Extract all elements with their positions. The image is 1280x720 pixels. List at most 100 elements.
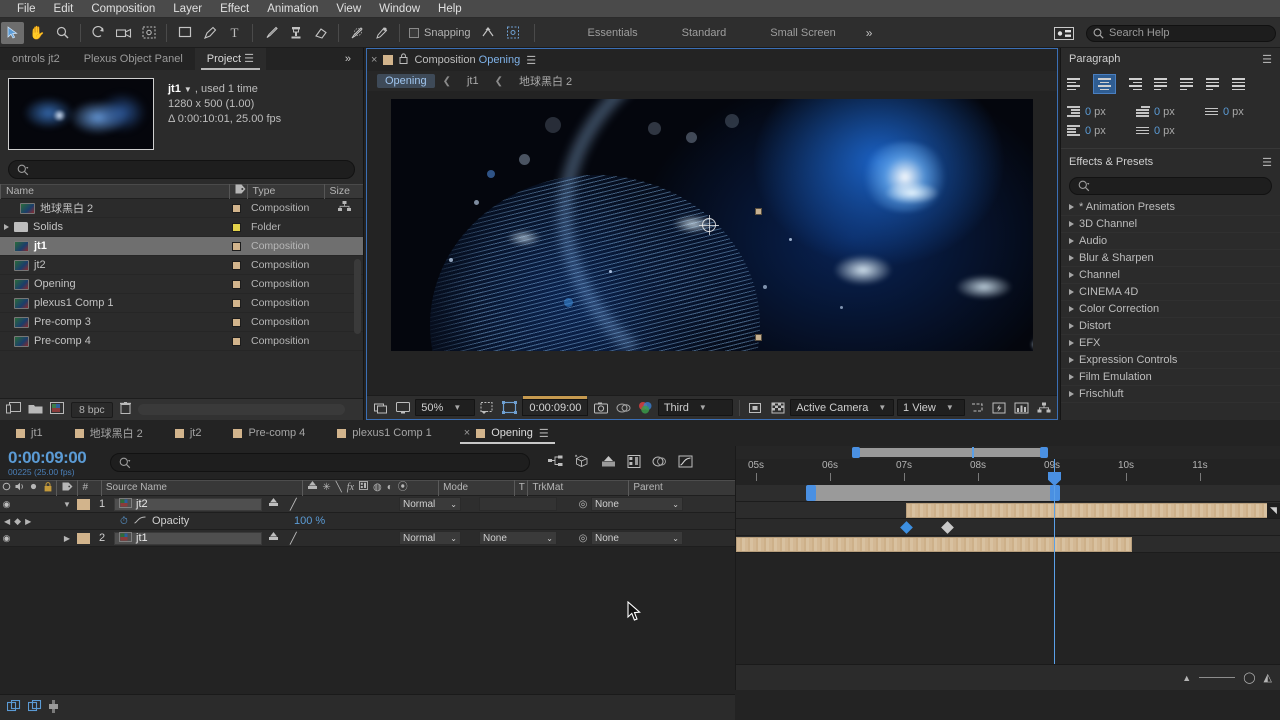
parent-column-header[interactable]: Parent: [628, 480, 735, 496]
opacity-keyframe-row[interactable]: [736, 519, 1280, 536]
eye-icon[interactable]: ◉: [0, 533, 13, 544]
expand-triangle-icon[interactable]: [1069, 221, 1074, 227]
layer-1-trim-handle[interactable]: ◥: [1267, 503, 1280, 518]
snapshot-icon[interactable]: [591, 399, 610, 417]
justify-last-left-button[interactable]: [1154, 74, 1177, 94]
transparency-grid-icon[interactable]: [768, 399, 787, 417]
layer-2-track-row[interactable]: [736, 536, 1280, 553]
trkmat-column-header[interactable]: TrkMat: [527, 480, 628, 496]
type-tool-icon[interactable]: T: [223, 22, 246, 44]
current-time-display[interactable]: 0:00:09:00: [522, 399, 588, 416]
timeline-property-row[interactable]: ◀◆▶⏱Opacity100 %: [0, 513, 735, 530]
effects-category-row[interactable]: 3D Channel: [1061, 216, 1280, 233]
grid-guides-icon[interactable]: [478, 399, 497, 417]
snapping-checkbox[interactable]: [409, 28, 419, 38]
timeline-tab-plexus1-comp-1[interactable]: plexus1 Comp 1: [321, 420, 448, 446]
project-list-item[interactable]: SolidsFolder: [0, 218, 363, 237]
snap-grid-icon[interactable]: [502, 22, 525, 44]
zoom-track[interactable]: [1199, 677, 1235, 678]
zoom-thumb[interactable]: ◯: [1243, 671, 1255, 684]
toggle-mask-paths-icon[interactable]: [746, 399, 765, 417]
selection-handle[interactable]: [755, 208, 762, 215]
layer-parent-select[interactable]: None⌄: [591, 497, 683, 511]
eye-icon[interactable]: ◉: [0, 499, 13, 510]
layer-trkmat-select[interactable]: None⌄: [479, 531, 557, 545]
close-icon[interactable]: ×: [464, 427, 470, 439]
graph-editor-property-icon[interactable]: [134, 515, 146, 528]
expand-triangle-icon[interactable]: [1069, 374, 1074, 380]
timeline-tab-jt2[interactable]: jt2: [159, 420, 218, 446]
search-help-input[interactable]: Search Help: [1086, 25, 1276, 42]
selection-handle[interactable]: [755, 334, 762, 341]
align-center-button[interactable]: [1093, 74, 1116, 94]
indent-right-margin[interactable]: 0 px: [1067, 125, 1136, 137]
effects-category-row[interactable]: * Animation Presets: [1061, 199, 1280, 216]
source-name-column-header[interactable]: Source Name: [101, 480, 303, 496]
timeline-shortcut-icon[interactable]: [1012, 399, 1031, 417]
keyframe-toggle-icon[interactable]: ◆: [14, 516, 21, 527]
resize-grip-icon[interactable]: [49, 700, 58, 716]
opacity-keyframe[interactable]: [900, 521, 913, 534]
workspace-overflow-icon[interactable]: »: [858, 26, 881, 40]
time-ruler[interactable]: 05s06s07s08s09s10s11s: [736, 459, 1280, 485]
space-after-paragraph[interactable]: 0 px: [1136, 125, 1205, 137]
project-settings-icon[interactable]: [50, 402, 64, 417]
layer-mode-select[interactable]: Normal⌄: [399, 531, 461, 545]
timeline-search-input[interactable]: [110, 453, 530, 472]
label-color-swatch[interactable]: [232, 204, 241, 213]
menu-item-animation[interactable]: Animation: [258, 0, 327, 18]
channel-rgb-icon[interactable]: [636, 399, 655, 417]
graph-editor-icon[interactable]: [678, 455, 693, 471]
project-list-item[interactable]: plexus1 Comp 1Composition: [0, 294, 363, 313]
layer-expand-triangle-icon[interactable]: ▼: [57, 500, 77, 509]
layer-name-field[interactable]: jt2: [114, 498, 262, 511]
expand-triangle-icon[interactable]: [1069, 289, 1074, 295]
expand-triangle-icon[interactable]: [1069, 272, 1074, 278]
expand-triangle-icon[interactable]: [1069, 306, 1074, 312]
t-column-header[interactable]: T: [514, 480, 528, 496]
label-color-swatch[interactable]: [232, 337, 241, 346]
frame-blending-icon[interactable]: [627, 455, 641, 471]
work-area-end-handle[interactable]: [1040, 447, 1048, 458]
shy-switch[interactable]: [269, 532, 278, 544]
effects-category-row[interactable]: Color Correction: [1061, 301, 1280, 318]
main-viewer-icon[interactable]: [393, 399, 412, 417]
indent-left-margin[interactable]: 0 px: [1067, 106, 1136, 118]
playhead-line[interactable]: [1054, 459, 1055, 690]
selection-tool-icon[interactable]: [1, 22, 24, 44]
menu-item-composition[interactable]: Composition: [82, 0, 164, 18]
zoom-out-icon[interactable]: ▲: [1182, 673, 1191, 683]
camera-select[interactable]: Active Camera ▼: [790, 399, 894, 416]
camera-tool-icon[interactable]: [112, 22, 135, 44]
toggle-switches-modes-icon[interactable]: [7, 700, 21, 716]
timeline-current-time[interactable]: 0:00:09:00 00225 (25.00 fps): [0, 449, 110, 477]
project-list-item[interactable]: OpeningComposition: [0, 275, 363, 294]
project-tabs-overflow-icon[interactable]: »: [333, 48, 363, 70]
justify-all-button[interactable]: [1232, 74, 1255, 94]
composition-mini-flowchart-icon[interactable]: [548, 455, 563, 471]
time-navigator-start-handle[interactable]: [806, 485, 816, 501]
toggle-modes-icon[interactable]: [28, 700, 42, 716]
menu-item-file[interactable]: File: [8, 0, 45, 18]
justify-last-right-button[interactable]: [1206, 74, 1229, 94]
hand-tool-icon[interactable]: ✋: [26, 22, 49, 44]
align-left-button[interactable]: [1067, 74, 1090, 94]
rotation-tool-icon[interactable]: [87, 22, 110, 44]
timeline-graph-area[interactable]: 05s06s07s08s09s10s11s ◥: [735, 446, 1280, 690]
work-area-start-handle[interactable]: [852, 447, 860, 458]
layer-trkmat-select[interactable]: [479, 497, 557, 511]
timeline-panel-menu-icon[interactable]: ☰: [539, 427, 549, 440]
effects-category-row[interactable]: Frischluft: [1061, 386, 1280, 403]
project-panel-menu-icon[interactable]: ☰: [241, 53, 254, 65]
menu-item-effect[interactable]: Effect: [211, 0, 258, 18]
layer-parent-select[interactable]: None⌄: [591, 531, 683, 545]
hide-shy-layers-icon[interactable]: [601, 455, 616, 471]
project-tab-plexus-object-panel[interactable]: Plexus Object Panel: [72, 48, 195, 70]
workspace-essentials[interactable]: Essentials: [566, 18, 660, 48]
effects-category-row[interactable]: Distort: [1061, 318, 1280, 335]
opacity-keyframe[interactable]: [941, 521, 954, 534]
new-folder-icon[interactable]: [28, 403, 43, 417]
puppet-pin-tool-icon[interactable]: [370, 22, 393, 44]
effects-panel-menu-icon[interactable]: ☰: [1262, 156, 1272, 169]
expand-triangle-icon[interactable]: [1069, 238, 1074, 244]
